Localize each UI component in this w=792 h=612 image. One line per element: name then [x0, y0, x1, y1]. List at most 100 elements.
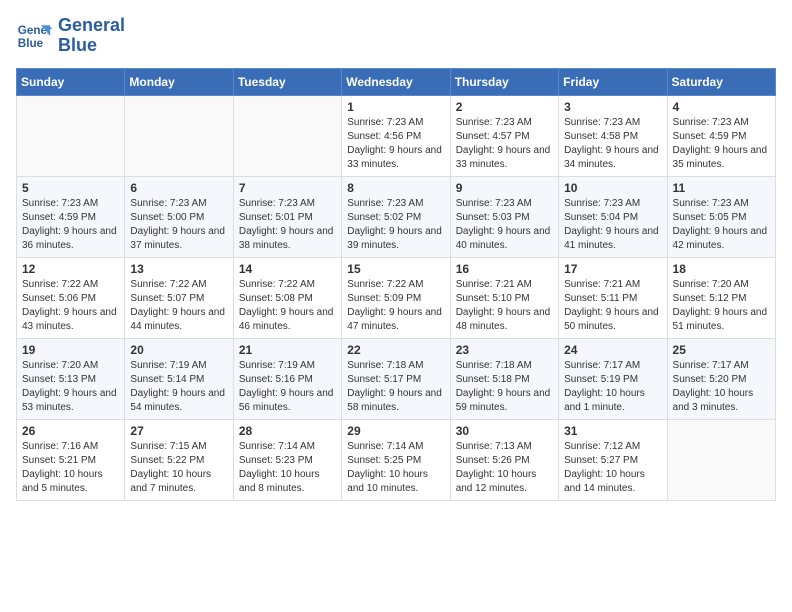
calendar-cell [667, 419, 775, 500]
day-number: 5 [22, 181, 119, 195]
day-info: Sunrise: 7:19 AMSunset: 5:14 PMDaylight:… [130, 359, 227, 415]
day-info: Sunrise: 7:23 AMSunset: 5:01 PMDaylight:… [239, 197, 336, 253]
weekday-header: Monday [125, 68, 233, 95]
calendar-cell: 6 Sunrise: 7:23 AMSunset: 5:00 PMDaylight… [125, 176, 233, 257]
day-info: Sunrise: 7:23 AMSunset: 4:59 PMDaylight:… [673, 116, 770, 172]
day-info: Sunrise: 7:21 AMSunset: 5:11 PMDaylight:… [564, 278, 661, 334]
day-number: 31 [564, 424, 661, 438]
calendar-cell [233, 95, 341, 176]
day-info: Sunrise: 7:22 AMSunset: 5:07 PMDaylight:… [130, 278, 227, 334]
day-number: 27 [130, 424, 227, 438]
day-info: Sunrise: 7:14 AMSunset: 5:25 PMDaylight:… [347, 440, 444, 496]
weekday-header: Friday [559, 68, 667, 95]
calendar-cell: 26 Sunrise: 7:16 AMSunset: 5:21 PMDayligh… [17, 419, 125, 500]
day-info: Sunrise: 7:17 AMSunset: 5:20 PMDaylight:… [673, 359, 770, 415]
calendar-cell: 2 Sunrise: 7:23 AMSunset: 4:57 PMDaylight… [450, 95, 558, 176]
day-info: Sunrise: 7:19 AMSunset: 5:16 PMDaylight:… [239, 359, 336, 415]
calendar-cell [125, 95, 233, 176]
day-info: Sunrise: 7:20 AMSunset: 5:12 PMDaylight:… [673, 278, 770, 334]
day-info: Sunrise: 7:23 AMSunset: 4:58 PMDaylight:… [564, 116, 661, 172]
day-number: 2 [456, 100, 553, 114]
day-info: Sunrise: 7:23 AMSunset: 5:05 PMDaylight:… [673, 197, 770, 253]
calendar-header-row: SundayMondayTuesdayWednesdayThursdayFrid… [17, 68, 776, 95]
logo-text: General Blue [58, 16, 125, 56]
day-info: Sunrise: 7:13 AMSunset: 5:26 PMDaylight:… [456, 440, 553, 496]
calendar-cell: 7 Sunrise: 7:23 AMSunset: 5:01 PMDaylight… [233, 176, 341, 257]
day-info: Sunrise: 7:23 AMSunset: 4:56 PMDaylight:… [347, 116, 444, 172]
calendar-cell [17, 95, 125, 176]
calendar-cell: 20 Sunrise: 7:19 AMSunset: 5:14 PMDayligh… [125, 338, 233, 419]
calendar-cell: 27 Sunrise: 7:15 AMSunset: 5:22 PMDayligh… [125, 419, 233, 500]
day-info: Sunrise: 7:22 AMSunset: 5:09 PMDaylight:… [347, 278, 444, 334]
calendar-week-row: 1 Sunrise: 7:23 AMSunset: 4:56 PMDaylight… [17, 95, 776, 176]
day-number: 10 [564, 181, 661, 195]
day-info: Sunrise: 7:21 AMSunset: 5:10 PMDaylight:… [456, 278, 553, 334]
day-number: 21 [239, 343, 336, 357]
day-info: Sunrise: 7:23 AMSunset: 5:03 PMDaylight:… [456, 197, 553, 253]
day-info: Sunrise: 7:23 AMSunset: 4:57 PMDaylight:… [456, 116, 553, 172]
day-info: Sunrise: 7:23 AMSunset: 5:00 PMDaylight:… [130, 197, 227, 253]
day-number: 28 [239, 424, 336, 438]
day-number: 9 [456, 181, 553, 195]
calendar-week-row: 5 Sunrise: 7:23 AMSunset: 4:59 PMDaylight… [17, 176, 776, 257]
calendar-cell: 12 Sunrise: 7:22 AMSunset: 5:06 PMDayligh… [17, 257, 125, 338]
calendar-cell: 1 Sunrise: 7:23 AMSunset: 4:56 PMDaylight… [342, 95, 450, 176]
calendar-cell: 9 Sunrise: 7:23 AMSunset: 5:03 PMDaylight… [450, 176, 558, 257]
day-info: Sunrise: 7:23 AMSunset: 5:02 PMDaylight:… [347, 197, 444, 253]
day-info: Sunrise: 7:16 AMSunset: 5:21 PMDaylight:… [22, 440, 119, 496]
calendar-cell: 29 Sunrise: 7:14 AMSunset: 5:25 PMDayligh… [342, 419, 450, 500]
day-number: 11 [673, 181, 770, 195]
day-info: Sunrise: 7:14 AMSunset: 5:23 PMDaylight:… [239, 440, 336, 496]
calendar-cell: 8Sunrise: 7:23 AMSunset: 5:02 PMDaylight… [342, 176, 450, 257]
day-info: Sunrise: 7:23 AMSunset: 5:04 PMDaylight:… [564, 197, 661, 253]
day-number: 29 [347, 424, 444, 438]
day-number: 7 [239, 181, 336, 195]
day-number: 15 [347, 262, 444, 276]
day-number: 20 [130, 343, 227, 357]
weekday-header: Tuesday [233, 68, 341, 95]
calendar-week-row: 26 Sunrise: 7:16 AMSunset: 5:21 PMDayligh… [17, 419, 776, 500]
calendar-cell: 19 Sunrise: 7:20 AMSunset: 5:13 PMDayligh… [17, 338, 125, 419]
day-number: 12 [22, 262, 119, 276]
weekday-header: Saturday [667, 68, 775, 95]
day-info: Sunrise: 7:20 AMSunset: 5:13 PMDaylight:… [22, 359, 119, 415]
logo: General Blue General Blue [16, 16, 125, 56]
day-number: 16 [456, 262, 553, 276]
calendar-cell: 21 Sunrise: 7:19 AMSunset: 5:16 PMDayligh… [233, 338, 341, 419]
calendar-cell: 28 Sunrise: 7:14 AMSunset: 5:23 PMDayligh… [233, 419, 341, 500]
weekday-header: Sunday [17, 68, 125, 95]
day-number: 13 [130, 262, 227, 276]
day-info: Sunrise: 7:22 AMSunset: 5:06 PMDaylight:… [22, 278, 119, 334]
calendar-cell: 25 Sunrise: 7:17 AMSunset: 5:20 PMDayligh… [667, 338, 775, 419]
calendar-cell: 5 Sunrise: 7:23 AMSunset: 4:59 PMDaylight… [17, 176, 125, 257]
calendar-cell: 16 Sunrise: 7:21 AMSunset: 5:10 PMDayligh… [450, 257, 558, 338]
day-info: Sunrise: 7:15 AMSunset: 5:22 PMDaylight:… [130, 440, 227, 496]
day-number: 17 [564, 262, 661, 276]
calendar-cell: 11 Sunrise: 7:23 AMSunset: 5:05 PMDayligh… [667, 176, 775, 257]
day-number: 25 [673, 343, 770, 357]
day-number: 19 [22, 343, 119, 357]
day-number: 26 [22, 424, 119, 438]
weekday-header: Wednesday [342, 68, 450, 95]
day-number: 18 [673, 262, 770, 276]
day-info: Sunrise: 7:17 AMSunset: 5:19 PMDaylight:… [564, 359, 661, 415]
calendar-cell: 22 Sunrise: 7:18 AMSunset: 5:17 PMDayligh… [342, 338, 450, 419]
day-info: Sunrise: 7:23 AMSunset: 4:59 PMDaylight:… [22, 197, 119, 253]
day-number: 3 [564, 100, 661, 114]
day-number: 22 [347, 343, 444, 357]
calendar-week-row: 19 Sunrise: 7:20 AMSunset: 5:13 PMDayligh… [17, 338, 776, 419]
page-header: General Blue General Blue [16, 16, 776, 56]
day-number: 1 [347, 100, 444, 114]
day-number: 23 [456, 343, 553, 357]
day-number: 6 [130, 181, 227, 195]
weekday-header: Thursday [450, 68, 558, 95]
day-info: Sunrise: 7:22 AMSunset: 5:08 PMDaylight:… [239, 278, 336, 334]
calendar-cell: 4Sunrise: 7:23 AMSunset: 4:59 PMDaylight… [667, 95, 775, 176]
day-info: Sunrise: 7:18 AMSunset: 5:17 PMDaylight:… [347, 359, 444, 415]
day-number: 30 [456, 424, 553, 438]
day-info: Sunrise: 7:12 AMSunset: 5:27 PMDaylight:… [564, 440, 661, 496]
calendar-cell: 31 Sunrise: 7:12 AMSunset: 5:27 PMDayligh… [559, 419, 667, 500]
calendar-cell: 13 Sunrise: 7:22 AMSunset: 5:07 PMDayligh… [125, 257, 233, 338]
svg-text:Blue: Blue [18, 37, 44, 50]
calendar-cell: 30 Sunrise: 7:13 AMSunset: 5:26 PMDayligh… [450, 419, 558, 500]
